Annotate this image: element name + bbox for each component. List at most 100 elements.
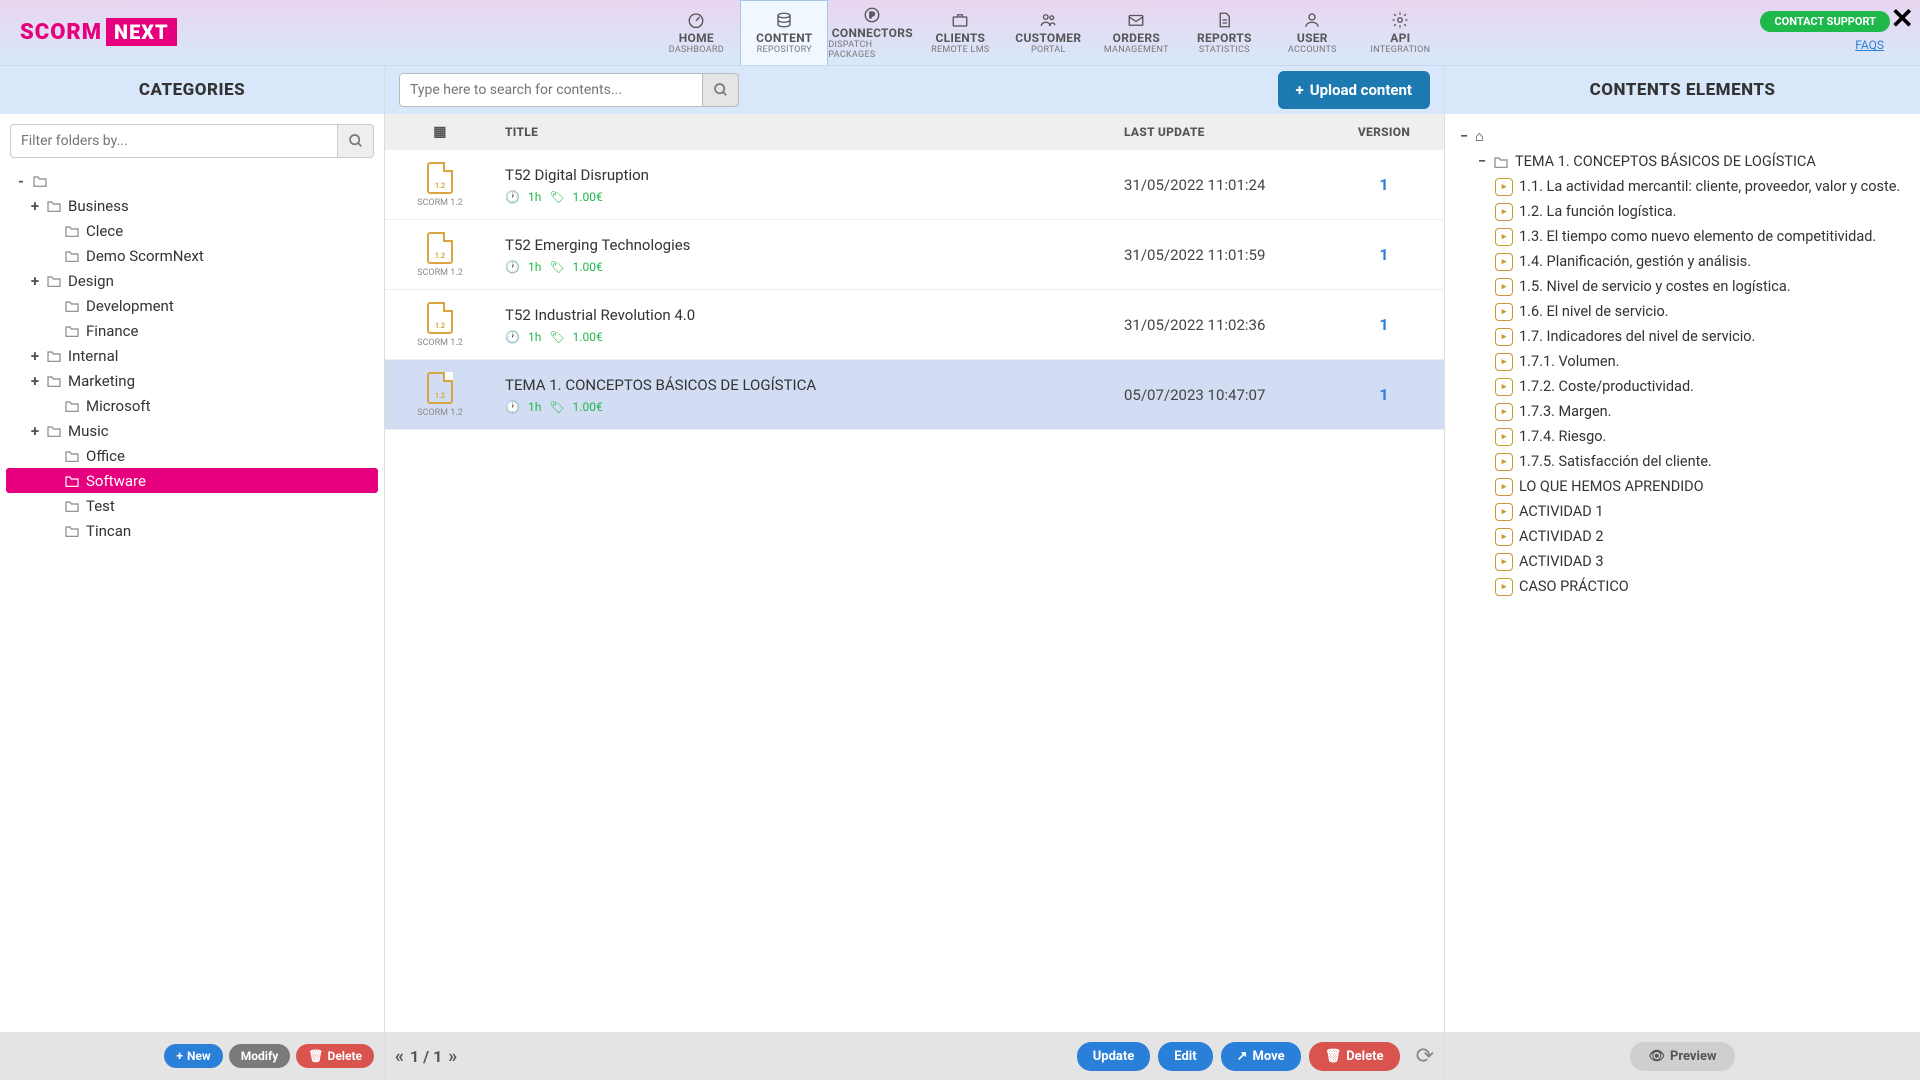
element-item[interactable]: ▸1.7.3. Margen. (1451, 399, 1914, 424)
scorm-file-icon (427, 232, 453, 264)
column-last-update[interactable]: LAST UPDATE (1124, 125, 1324, 139)
scorm-file-icon (427, 302, 453, 334)
toggle-icon[interactable]: - (14, 172, 28, 190)
new-folder-button[interactable]: +New (164, 1044, 222, 1068)
folder-office[interactable]: Office (6, 443, 378, 468)
element-item[interactable]: ▸1.4. Planificación, gestión y análisis. (1451, 249, 1914, 274)
folder-root[interactable]: - (6, 168, 378, 193)
toggle-icon[interactable]: − (1475, 153, 1489, 170)
nav-home[interactable]: HOMEDASHBOARD (652, 0, 740, 65)
column-title[interactable]: TITLE (495, 125, 1124, 139)
folder-demo-scormnext[interactable]: Demo ScormNext (6, 243, 378, 268)
preview-button[interactable]: 👁Preview (1630, 1042, 1734, 1071)
contents-toolbar: +Upload content (385, 66, 1444, 114)
folder-test[interactable]: Test (6, 493, 378, 518)
element-item[interactable]: ▸1.7.2. Coste/productividad. (1451, 374, 1914, 399)
sco-icon: ▸ (1495, 503, 1513, 521)
element-item[interactable]: ▸1.5. Nivel de servicio y costes en logí… (1451, 274, 1914, 299)
element-item[interactable]: ▸1.7.4. Riesgo. (1451, 424, 1914, 449)
element-item[interactable]: ▸1.6. El nivel de servicio. (1451, 299, 1914, 324)
sco-icon: ▸ (1495, 253, 1513, 271)
folder-marketing[interactable]: +Marketing (6, 368, 378, 393)
grid-icon[interactable]: ▦ (385, 124, 495, 140)
element-label: 1.7.5. Satisfacción del cliente. (1519, 453, 1712, 470)
element-item[interactable]: ▸ 1.7.5. Satisfacción del cliente. (1451, 449, 1914, 474)
delete-folder-button[interactable]: 🗑Delete (296, 1044, 374, 1068)
folder-icon (64, 449, 80, 463)
elements-root[interactable]: −⌂ (1451, 124, 1914, 149)
nav-label: CONTENT (756, 31, 812, 45)
db-icon (775, 11, 793, 29)
folder-design[interactable]: +Design (6, 268, 378, 293)
folder-internal[interactable]: +Internal (6, 343, 378, 368)
nav-reports[interactable]: REPORTSSTATISTICS (1180, 0, 1268, 65)
close-icon[interactable]: ✕ (1891, 2, 1914, 35)
refresh-icon[interactable]: ⟳ (1416, 1044, 1434, 1069)
nav-customer[interactable]: CUSTOMERPORTAL (1004, 0, 1092, 65)
modify-folder-button[interactable]: Modify (229, 1044, 291, 1068)
folder-clece[interactable]: Clece (6, 218, 378, 243)
folder-finance[interactable]: Finance (6, 318, 378, 343)
pager-first[interactable]: « (395, 1046, 404, 1067)
content-row[interactable]: SCORM 1.2 TEMA 1. CONCEPTOS BÁSICOS DE L… (385, 360, 1444, 430)
nav-orders[interactable]: ORDERSMANAGEMENT (1092, 0, 1180, 65)
trash-icon: 🗑 (1325, 1049, 1342, 1064)
pager-last[interactable]: » (448, 1046, 457, 1067)
content-thumb: SCORM 1.2 (385, 302, 495, 348)
element-item[interactable]: ▸1.1. La actividad mercantil: cliente, p… (1451, 174, 1914, 199)
faqs-link[interactable]: FAQS (1760, 38, 1884, 52)
content-row[interactable]: SCORM 1.2 T52 Digital Disruption 🕐1h 🏷1.… (385, 150, 1444, 220)
contact-support-button[interactable]: CONTACT SUPPORT (1760, 11, 1890, 32)
toggle-icon[interactable]: + (28, 422, 42, 440)
element-item[interactable]: ▸LO QUE HEMOS APRENDIDO (1451, 474, 1914, 499)
toggle-icon[interactable]: + (28, 272, 42, 290)
move-button[interactable]: ↗Move (1221, 1042, 1301, 1071)
folder-icon (46, 349, 62, 363)
toggle-icon[interactable]: + (28, 197, 42, 215)
nav-clients[interactable]: CLIENTSREMOTE LMS (916, 0, 1004, 65)
toggle-icon[interactable]: − (1457, 128, 1471, 145)
nav-api[interactable]: APIINTEGRATION (1356, 0, 1444, 65)
element-label: 1.3. El tiempo como nuevo elemento de co… (1519, 228, 1876, 245)
folder-microsoft[interactable]: Microsoft (6, 393, 378, 418)
plus-icon: + (1296, 81, 1304, 99)
trash-icon: 🗑 (308, 1049, 323, 1063)
sco-icon: ▸ (1495, 428, 1513, 446)
content-price: 1.00€ (573, 260, 603, 274)
folder-software[interactable]: Software (6, 468, 378, 493)
content-row[interactable]: SCORM 1.2 T52 Industrial Revolution 4.0 … (385, 290, 1444, 360)
element-item[interactable]: ▸ACTIVIDAD 2 (1451, 524, 1914, 549)
search-contents-input[interactable] (399, 73, 703, 107)
upload-content-button[interactable]: +Upload content (1278, 71, 1431, 109)
nav-user[interactable]: USERACCOUNTS (1268, 0, 1356, 65)
element-item[interactable]: ▸ACTIVIDAD 1 (1451, 499, 1914, 524)
search-contents-button[interactable] (703, 73, 739, 107)
element-item[interactable]: ▸1.7. Indicadores del nivel de servicio. (1451, 324, 1914, 349)
content-row[interactable]: SCORM 1.2 T52 Emerging Technologies 🕐1h … (385, 220, 1444, 290)
folder-development[interactable]: Development (6, 293, 378, 318)
nav-connectors[interactable]: PCONNECTORSDISPATCH PACKAGES (828, 0, 916, 65)
element-item[interactable]: ▸1.2. La función logística. (1451, 199, 1914, 224)
filter-folders-input[interactable] (10, 124, 338, 158)
sco-icon: ▸ (1495, 453, 1513, 471)
elements-theme[interactable]: −TEMA 1. CONCEPTOS BÁSICOS DE LOGÍSTICA (1451, 149, 1914, 174)
toggle-icon[interactable]: + (28, 372, 42, 390)
folder-music[interactable]: + Music (6, 418, 378, 443)
contents-panel: +Upload content ▦ TITLE LAST UPDATE VERS… (385, 66, 1445, 1080)
nav-label: CONNECTORS (832, 26, 913, 40)
element-item[interactable]: ▸1.7.1. Volumen. (1451, 349, 1914, 374)
folder-business[interactable]: +Business (6, 193, 378, 218)
element-item[interactable]: ▸CASO PRÁCTICO (1451, 574, 1914, 599)
filter-search-button[interactable] (338, 124, 374, 158)
update-button[interactable]: Update (1077, 1042, 1151, 1071)
element-item[interactable]: ▸1.3. El tiempo como nuevo elemento de c… (1451, 224, 1914, 249)
column-version[interactable]: VERSION (1324, 125, 1444, 139)
folder-label: Music (68, 422, 109, 440)
delete-content-button[interactable]: 🗑Delete (1309, 1042, 1400, 1071)
nav-content[interactable]: CONTENTREPOSITORY (740, 0, 828, 65)
element-item[interactable]: ▸ACTIVIDAD 3 (1451, 549, 1914, 574)
toggle-icon[interactable]: + (28, 347, 42, 365)
clock-icon: 🕐 (505, 190, 520, 204)
folder-tincan[interactable]: Tincan (6, 518, 378, 543)
edit-button[interactable]: Edit (1158, 1042, 1212, 1071)
